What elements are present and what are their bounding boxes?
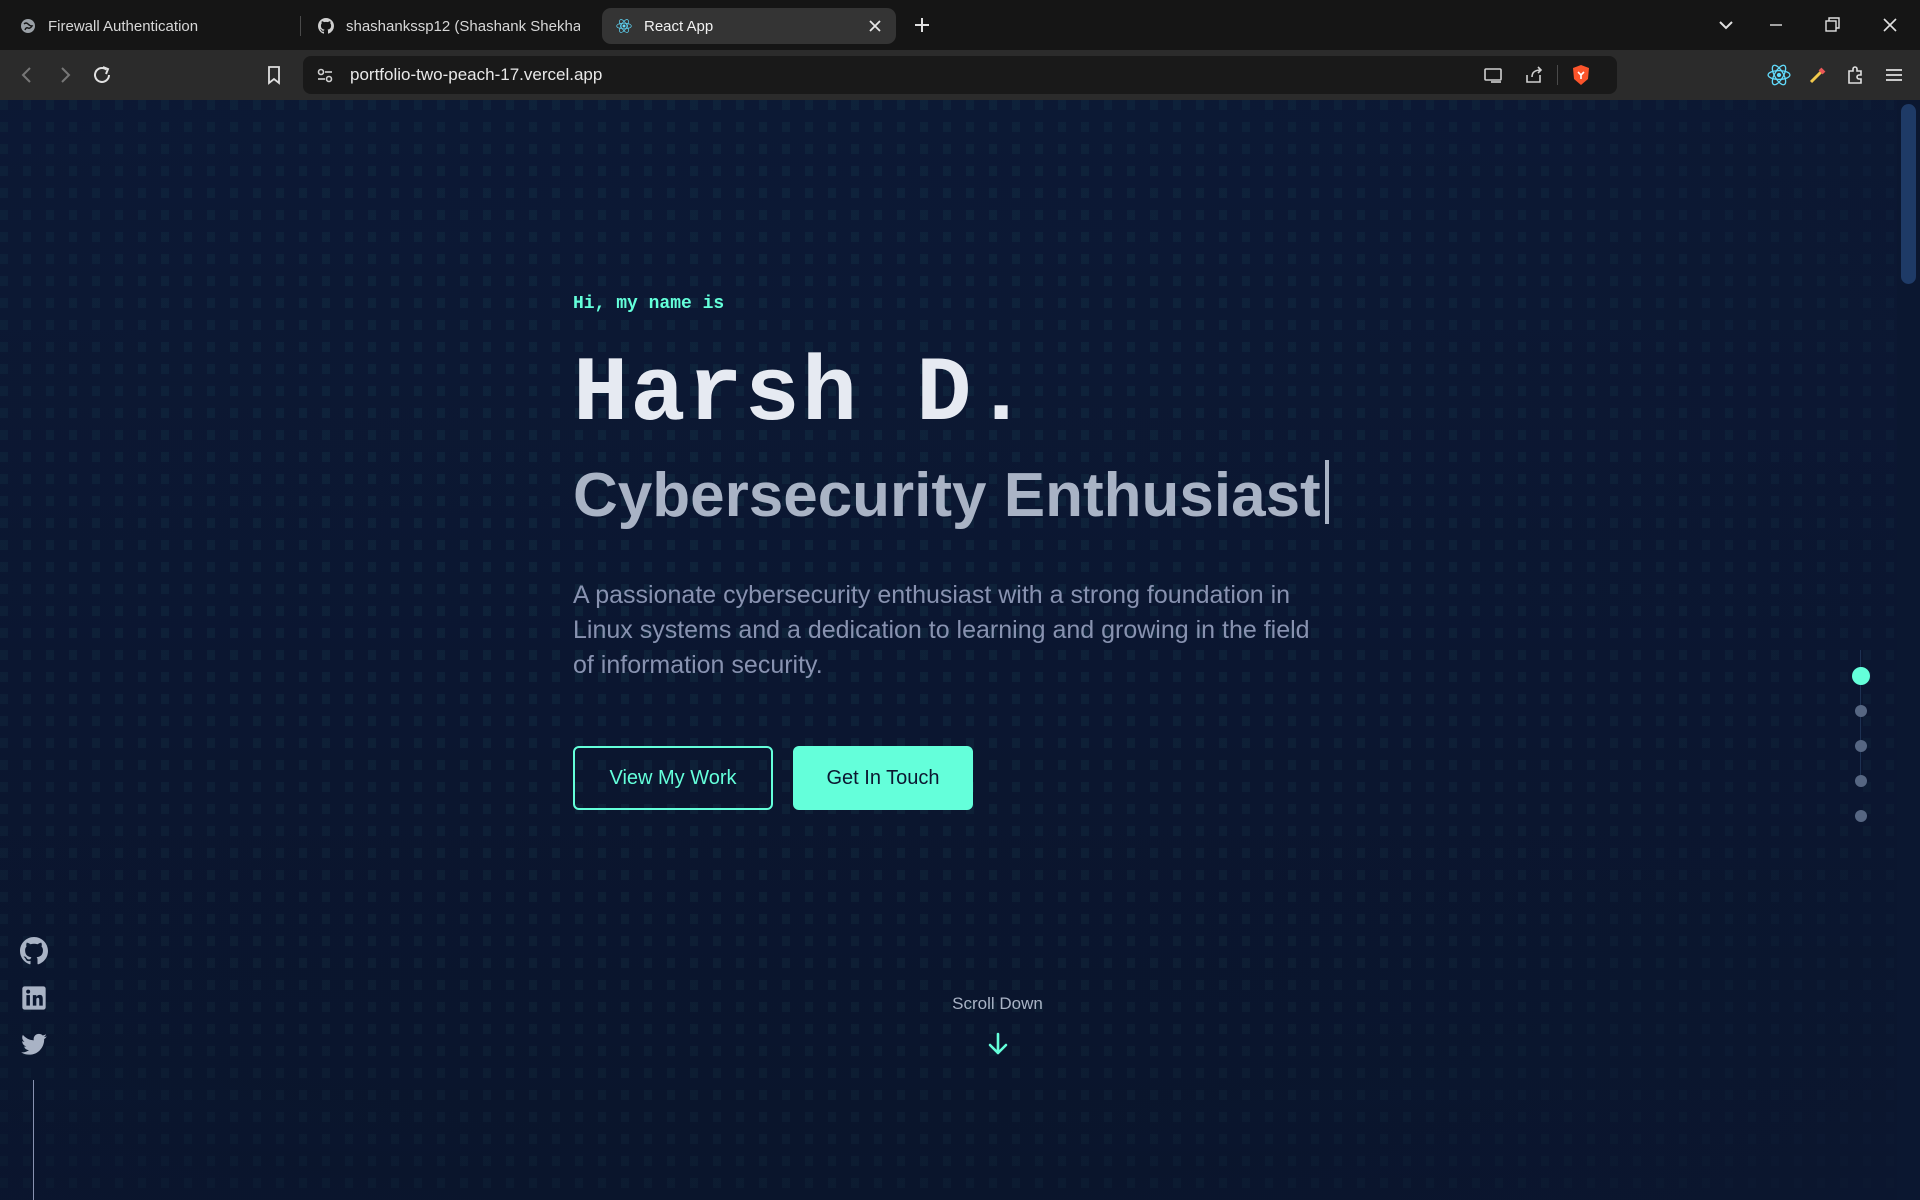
tab-separator xyxy=(300,16,301,36)
hero-role-text: Cybersecurity Enthusiast xyxy=(573,461,1321,530)
hero-name: Harsh D. xyxy=(573,342,1031,447)
tab-title: React App xyxy=(644,17,714,35)
typing-cursor xyxy=(1324,460,1329,524)
hero-role: Cybersecurity Enthusiast xyxy=(573,460,1329,531)
tab-firewall-authentication[interactable]: Firewall Authentication xyxy=(6,8,296,44)
github-icon[interactable] xyxy=(20,937,48,965)
address-bar[interactable]: portfolio-two-peach-17.vercel.app xyxy=(303,56,1617,94)
tab-list-chevron-icon[interactable] xyxy=(1714,13,1738,37)
url-text: portfolio-two-peach-17.vercel.app xyxy=(350,65,603,84)
social-divider-line xyxy=(33,1080,34,1200)
bookmark-icon[interactable] xyxy=(262,63,286,87)
toolbar-divider xyxy=(1557,65,1558,85)
section-dot-1[interactable] xyxy=(1852,667,1870,685)
restore-icon[interactable] xyxy=(1820,13,1844,37)
menu-hamburger-icon[interactable] xyxy=(1882,63,1906,87)
color-picker-extension-icon[interactable] xyxy=(1806,63,1830,87)
tab-react-app[interactable]: React App xyxy=(602,8,896,44)
view-my-work-button[interactable]: View My Work xyxy=(573,746,773,810)
tab-github-profile[interactable]: shashankssp12 (Shashank Shekhar P xyxy=(304,8,594,44)
brave-shield-icon[interactable] xyxy=(1569,63,1593,87)
react-devtools-icon[interactable] xyxy=(1767,63,1791,87)
cast-icon[interactable] xyxy=(1481,63,1505,87)
extensions-puzzle-icon[interactable] xyxy=(1843,63,1867,87)
minimize-icon[interactable] xyxy=(1764,13,1788,37)
reload-icon[interactable] xyxy=(90,63,114,87)
arrow-down-icon[interactable] xyxy=(984,1030,1012,1058)
get-in-touch-button[interactable]: Get In Touch xyxy=(793,746,973,810)
section-dot-4[interactable] xyxy=(1855,775,1867,787)
scroll-down-label[interactable]: Scroll Down xyxy=(900,994,1095,1014)
tab-title: Firewall Authentication xyxy=(48,17,199,35)
twitter-icon[interactable] xyxy=(20,1031,48,1059)
hero-description: A passionate cybersecurity enthusiast wi… xyxy=(573,581,1310,679)
scrollbar-thumb[interactable] xyxy=(1901,104,1916,284)
new-tab-button[interactable] xyxy=(910,13,934,37)
close-icon[interactable] xyxy=(866,17,884,35)
section-dot-5[interactable] xyxy=(1855,810,1867,822)
section-dot-2[interactable] xyxy=(1855,705,1867,717)
close-window-icon[interactable] xyxy=(1878,13,1902,37)
forward-icon[interactable] xyxy=(53,63,77,87)
browser-toolbar: portfolio-two-peach-17.vercel.app xyxy=(0,50,1920,100)
browser-tab-bar: Firewall Authentication shashankssp12 (S… xyxy=(0,0,1920,50)
share-icon[interactable] xyxy=(1522,63,1546,87)
back-icon[interactable] xyxy=(15,63,39,87)
section-dot-3[interactable] xyxy=(1855,740,1867,752)
globe-icon xyxy=(21,19,35,33)
section-nav-dots xyxy=(1850,540,1872,822)
site-settings-icon[interactable] xyxy=(313,63,337,87)
linkedin-icon[interactable] xyxy=(20,984,48,1012)
page-viewport: Hi, my name is Harsh D. Cybersecurity En… xyxy=(0,100,1897,1200)
hero-greeting: Hi, my name is xyxy=(573,294,725,314)
page-scrollbar[interactable] xyxy=(1897,100,1920,1200)
github-icon xyxy=(318,18,334,34)
react-icon xyxy=(616,19,632,33)
tab-title: shashankssp12 (Shashank Shekhar P xyxy=(346,17,580,35)
